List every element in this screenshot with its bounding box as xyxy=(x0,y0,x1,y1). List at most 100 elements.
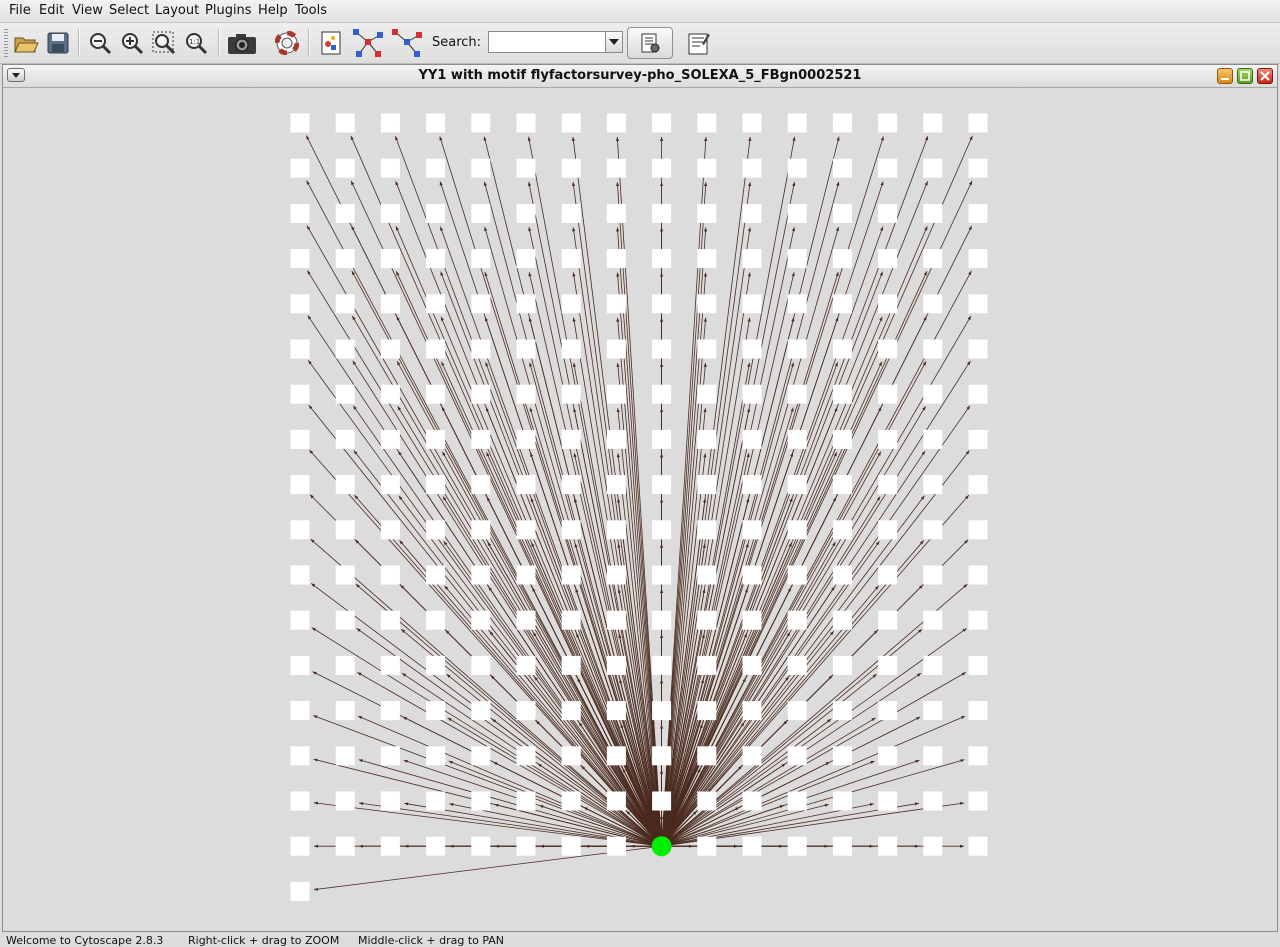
network-node[interactable] xyxy=(878,294,898,314)
network-node[interactable] xyxy=(606,294,626,314)
network-node[interactable] xyxy=(335,203,355,223)
network-node[interactable] xyxy=(787,294,807,314)
network-node[interactable] xyxy=(516,565,536,585)
network-node[interactable] xyxy=(652,520,672,540)
network-node[interactable] xyxy=(923,836,943,856)
network-node[interactable] xyxy=(426,429,446,449)
network-node[interactable] xyxy=(968,249,988,269)
network-node[interactable] xyxy=(742,158,762,178)
network-node[interactable] xyxy=(742,746,762,766)
network-node[interactable] xyxy=(832,565,852,585)
network-node[interactable] xyxy=(471,113,491,133)
network-node[interactable] xyxy=(561,836,581,856)
network-node[interactable] xyxy=(606,429,626,449)
network-node[interactable] xyxy=(561,791,581,811)
network-node[interactable] xyxy=(787,339,807,359)
network-node[interactable] xyxy=(742,520,762,540)
network-node[interactable] xyxy=(380,339,400,359)
network-node[interactable] xyxy=(516,113,536,133)
network-node[interactable] xyxy=(516,655,536,675)
network-node[interactable] xyxy=(832,249,852,269)
network-node[interactable] xyxy=(290,249,310,269)
network-node[interactable] xyxy=(335,520,355,540)
network-node[interactable] xyxy=(878,610,898,630)
network-node[interactable] xyxy=(606,520,626,540)
network-node[interactable] xyxy=(968,475,988,495)
network-node[interactable] xyxy=(968,701,988,721)
network-node[interactable] xyxy=(471,791,491,811)
menu-select[interactable]: Select xyxy=(109,3,149,18)
network-node[interactable] xyxy=(878,158,898,178)
network-node[interactable] xyxy=(426,655,446,675)
network-node[interactable] xyxy=(561,701,581,721)
network-node[interactable] xyxy=(335,791,355,811)
network-node[interactable] xyxy=(471,249,491,269)
network-node[interactable] xyxy=(290,475,310,495)
network-node[interactable] xyxy=(561,113,581,133)
network-node[interactable] xyxy=(426,610,446,630)
network-node[interactable] xyxy=(290,294,310,314)
network-node[interactable] xyxy=(380,655,400,675)
network-node[interactable] xyxy=(742,384,762,404)
network-node[interactable] xyxy=(606,746,626,766)
network-node[interactable] xyxy=(471,203,491,223)
network-node[interactable] xyxy=(561,746,581,766)
network-canvas[interactable] xyxy=(5,88,1275,928)
network-node[interactable] xyxy=(968,565,988,585)
network-node[interactable] xyxy=(652,791,672,811)
network-node[interactable] xyxy=(878,429,898,449)
network-node[interactable] xyxy=(878,203,898,223)
menu-layout[interactable]: Layout xyxy=(155,3,199,18)
network-node[interactable] xyxy=(426,746,446,766)
network-node[interactable] xyxy=(923,610,943,630)
network-node[interactable] xyxy=(561,384,581,404)
network-node[interactable] xyxy=(380,384,400,404)
network-node[interactable] xyxy=(923,475,943,495)
network-node[interactable] xyxy=(923,565,943,585)
network-node[interactable] xyxy=(380,610,400,630)
network-node[interactable] xyxy=(968,746,988,766)
maximize-button[interactable] xyxy=(1237,68,1253,84)
hub-node[interactable] xyxy=(651,836,672,857)
network-node[interactable] xyxy=(290,429,310,449)
network-node[interactable] xyxy=(652,655,672,675)
network-node[interactable] xyxy=(290,520,310,540)
network-node[interactable] xyxy=(335,655,355,675)
network-node[interactable] xyxy=(335,113,355,133)
network-node[interactable] xyxy=(697,475,717,495)
network-node[interactable] xyxy=(923,158,943,178)
network-node[interactable] xyxy=(335,610,355,630)
network-node[interactable] xyxy=(968,836,988,856)
network-node[interactable] xyxy=(606,791,626,811)
network-node[interactable] xyxy=(968,791,988,811)
network-node[interactable] xyxy=(335,701,355,721)
network-edge[interactable] xyxy=(661,272,795,847)
network-node[interactable] xyxy=(742,294,762,314)
network-node[interactable] xyxy=(832,746,852,766)
network-node[interactable] xyxy=(697,249,717,269)
network-node[interactable] xyxy=(380,791,400,811)
first-neighbors-button[interactable] xyxy=(351,27,385,59)
network-node[interactable] xyxy=(923,655,943,675)
network-node[interactable] xyxy=(787,610,807,630)
network-node[interactable] xyxy=(787,384,807,404)
menu-edit[interactable]: Edit xyxy=(39,3,64,18)
network-node[interactable] xyxy=(380,294,400,314)
network-node[interactable] xyxy=(561,429,581,449)
network-node[interactable] xyxy=(832,158,852,178)
network-node[interactable] xyxy=(290,746,310,766)
network-node[interactable] xyxy=(380,203,400,223)
network-node[interactable] xyxy=(742,836,762,856)
network-node[interactable] xyxy=(471,294,491,314)
network-node[interactable] xyxy=(787,836,807,856)
network-node[interactable] xyxy=(878,565,898,585)
network-node[interactable] xyxy=(561,655,581,675)
network-node[interactable] xyxy=(878,384,898,404)
network-node[interactable] xyxy=(832,203,852,223)
menu-tools[interactable]: Tools xyxy=(295,3,327,18)
network-node[interactable] xyxy=(426,520,446,540)
network-node[interactable] xyxy=(426,384,446,404)
network-node[interactable] xyxy=(471,701,491,721)
network-node[interactable] xyxy=(878,520,898,540)
menu-help[interactable]: Help xyxy=(258,3,288,18)
